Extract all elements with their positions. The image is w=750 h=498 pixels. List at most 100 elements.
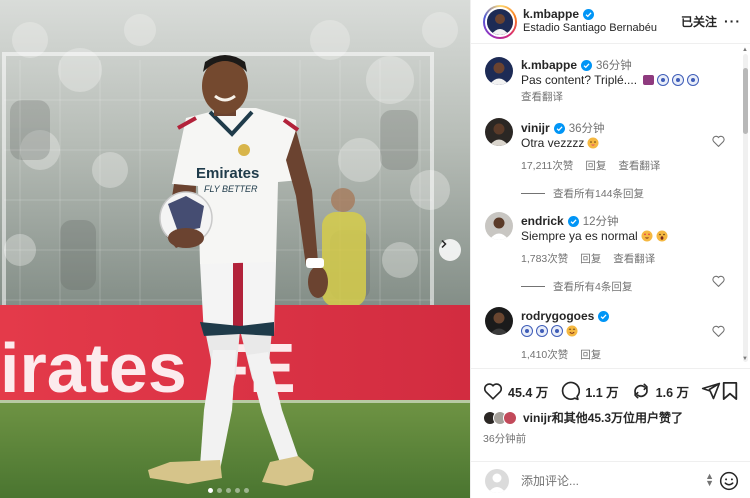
comment-time: 12分钟 (582, 216, 619, 228)
tongue-face-icon (587, 137, 599, 149)
comment-like-count[interactable]: 1,410次赞 (521, 347, 568, 362)
add-comment-input[interactable] (521, 471, 681, 491)
more-options-button[interactable]: ··· (724, 13, 741, 29)
slide-dot (226, 488, 231, 493)
slide-dot (217, 488, 222, 493)
liked-by-avatars (483, 410, 517, 425)
comment-text: Siempre ya es normal (521, 229, 638, 243)
post-side-panel: k.mbappe Estadio Santiago Bernabéu 已关注 ·… (470, 0, 750, 498)
repost-button[interactable]: 1.6 万 (631, 381, 689, 401)
post-photo[interactable]: irates FE Emirates FLY BETTER (0, 0, 470, 498)
post-location[interactable]: Estadio Santiago Bernabéu (523, 22, 657, 34)
ball-icon (672, 74, 685, 86)
comment-text-row (521, 325, 578, 337)
slide-indicator (208, 488, 249, 493)
view-replies-label: 查看所有144条回复 (553, 188, 645, 200)
caption-username[interactable]: k.mbappe (521, 58, 577, 72)
comment-header: vinijr 36分钟 (521, 120, 604, 136)
comment-translate-link[interactable]: 查看翻译 (618, 158, 660, 173)
caption-meta: 查看翻译 (521, 89, 563, 104)
comment-translate-link[interactable]: 查看翻译 (613, 251, 655, 266)
surprised-face-icon (656, 230, 668, 242)
next-slide-button[interactable] (439, 239, 461, 261)
caption-time: 36分钟 (596, 60, 632, 72)
caption-text: Pas content? Triplé.... (521, 73, 638, 87)
mbappe-avatar-image (487, 9, 513, 35)
author-username[interactable]: k.mbappe (523, 7, 579, 21)
comments-list[interactable]: k.mbappe 36分钟 Pas content? Triplé.... 查看… (471, 45, 750, 367)
commenter-avatar[interactable] (485, 118, 513, 146)
heart-icon (483, 383, 503, 400)
comment-username[interactable]: rodrygogoes (521, 309, 594, 323)
comment-reply-button[interactable]: 回复 (580, 251, 601, 266)
comment-meta: 1,783次赞 回复 查看翻译 (521, 251, 655, 266)
comment-username[interactable]: endrick (521, 214, 564, 228)
scroll-up-arrow-icon[interactable]: ▲ (742, 47, 748, 53)
ball-icon (657, 74, 670, 86)
liked-by-user[interactable]: vinijr (523, 411, 552, 425)
endrick-avatar-image (485, 212, 513, 240)
ball-icon (551, 325, 563, 337)
comment-header: rodrygogoes (521, 309, 610, 323)
verified-badge-icon (583, 8, 595, 20)
comment-composer: ▲▼ (471, 461, 750, 498)
rodrygogoes-avatar-image (485, 307, 513, 335)
view-replies-button[interactable]: 查看所有4条回复 (521, 279, 632, 294)
comment-like-count[interactable]: 17,211次赞 (521, 158, 573, 173)
comment-username[interactable]: vinijr (521, 121, 550, 135)
comments-scrollbar[interactable] (743, 54, 748, 362)
slide-dot (208, 488, 213, 493)
default-user-icon (488, 473, 506, 493)
verified-badge-icon (553, 122, 565, 134)
action-bar: 45.4 万 1.1 万 1.6 万 (483, 381, 721, 401)
player-photo: irates FE Emirates FLY BETTER (0, 0, 470, 498)
liker-avatar (503, 410, 517, 425)
comment-button[interactable]: 1.1 万 (560, 381, 619, 401)
slide-dot (235, 488, 240, 493)
expand-composer-icon[interactable]: ▲ ▼ (705, 472, 714, 488)
share-paper-plane-icon[interactable] (701, 381, 721, 401)
scroll-down-arrow-icon[interactable]: ▼ (742, 356, 748, 362)
commenter-avatar[interactable] (485, 307, 513, 335)
like-comment-heart-icon[interactable] (712, 325, 725, 337)
vinijr-avatar-image (485, 118, 513, 146)
emoji-picker-icon[interactable] (719, 471, 739, 491)
comment-reply-button[interactable]: 回复 (580, 347, 601, 362)
ball-icon (521, 325, 533, 337)
liked-by-row[interactable]: vinijr和其他45.3万位用户赞了 (483, 409, 683, 426)
like-comment-heart-icon[interactable] (712, 275, 725, 287)
repost-count: 1.6 万 (655, 385, 690, 400)
comment-count: 1.1 万 (585, 385, 619, 400)
author-username-row[interactable]: k.mbappe (523, 7, 595, 21)
like-count: 45.4 万 (508, 385, 549, 400)
comment-text: Otra vezzzz (521, 136, 585, 150)
author-avatar[interactable] (483, 5, 517, 39)
post-actions-area: 45.4 万 1.1 万 1.6 万 vinijr和其他45.3万位用户赞了 3… (471, 368, 750, 460)
commenter-avatar[interactable] (485, 212, 513, 240)
caption-translate-link[interactable]: 查看翻译 (521, 89, 563, 104)
shirt-sponsor: Emirates (196, 165, 259, 182)
posted-time: 36分钟前 (483, 433, 527, 445)
following-button[interactable]: 已关注 (681, 13, 717, 30)
comment-like-count[interactable]: 1,783次赞 (521, 251, 568, 266)
tophat-icon (643, 75, 655, 85)
like-comment-heart-icon[interactable] (712, 135, 725, 147)
repost-icon (633, 383, 648, 399)
view-replies-button[interactable]: 查看所有144条回复 (521, 186, 644, 201)
caption-author-avatar[interactable] (485, 57, 513, 85)
shirt-sponsor-sub: FLY BETTER (204, 184, 258, 194)
verified-badge-icon (581, 59, 593, 71)
divider-line (521, 286, 545, 287)
comment-text-row: Siempre ya es normal (521, 229, 668, 243)
liked-by-text: vinijr和其他45.3万位用户赞了 (523, 409, 683, 426)
bookmark-icon[interactable] (721, 381, 739, 401)
comment-reply-button[interactable]: 回复 (585, 158, 606, 173)
liked-by-count-text: 和其他45.3万位用户赞了 (551, 411, 684, 425)
ball-icon (687, 74, 700, 86)
ball-icon (536, 325, 548, 337)
scrollbar-thumb[interactable] (743, 68, 748, 134)
comment-time: 36分钟 (568, 123, 605, 135)
post-header: k.mbappe Estadio Santiago Bernabéu 已关注 ·… (471, 0, 750, 44)
like-button[interactable]: 45.4 万 (483, 382, 548, 401)
comment-bubble-icon (562, 381, 581, 401)
